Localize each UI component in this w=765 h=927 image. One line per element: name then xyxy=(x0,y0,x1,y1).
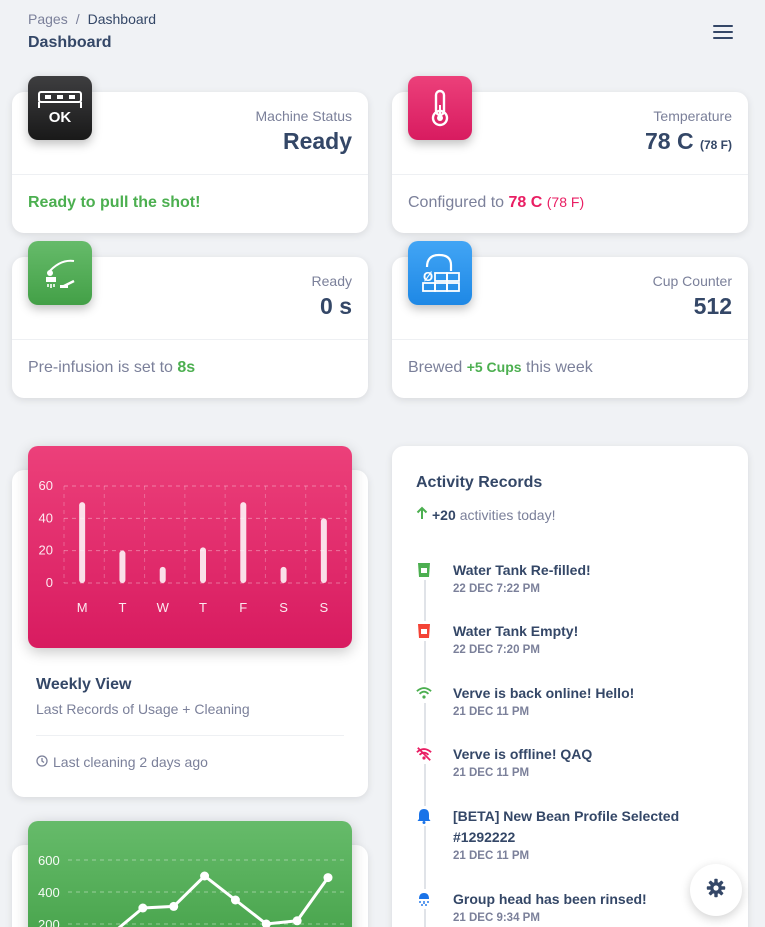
timeline-item-date: 21 DEC 9:34 PM xyxy=(453,912,540,924)
timeline-item-date: 21 DEC 11 PM xyxy=(453,706,530,718)
cups-footer-prefix: Brewed xyxy=(408,359,463,376)
data-point xyxy=(138,903,148,913)
weekly-view-footer: Last cleaning 2 days ago xyxy=(36,754,208,770)
temperature-value-group: 78 C (78 F) xyxy=(645,128,732,155)
x-tick-label: T xyxy=(118,600,126,615)
data-point xyxy=(292,916,302,926)
ready-label: Ready xyxy=(311,273,352,289)
ready-value: 0 s xyxy=(320,293,352,319)
machine-status-label: Machine Status xyxy=(255,108,353,124)
ready-footer-prefix: Pre-infusion is set to xyxy=(28,359,173,376)
activity-summary: +20 activities today! xyxy=(416,506,555,523)
y-tick-label: 600 xyxy=(38,853,60,868)
bell-icon xyxy=(416,806,432,826)
cups-footer-suffix: this week xyxy=(526,359,593,376)
bar xyxy=(119,550,126,583)
timeline-item-title: Water Tank Empty! xyxy=(453,623,579,639)
settings-button[interactable] xyxy=(690,864,742,916)
cup-counter-icon: Ø xyxy=(408,241,472,305)
menu-toggle-icon[interactable] xyxy=(713,25,733,39)
divider xyxy=(12,174,368,175)
group-head-icon xyxy=(28,241,92,305)
bar xyxy=(200,547,206,583)
bar xyxy=(280,566,287,583)
temperature-configured-value: 78 C xyxy=(508,194,543,211)
top-navbar: Pages / Dashboard Dashboard xyxy=(0,0,765,60)
cup-counter-icon-text: Ø xyxy=(423,269,433,284)
x-tick-label: S xyxy=(279,600,288,615)
rinse-icon xyxy=(416,889,432,909)
bar xyxy=(320,518,327,583)
temperature-label: Temperature xyxy=(653,108,732,124)
cup-counter-label: Cup Counter xyxy=(652,273,732,289)
y-tick-label: 20 xyxy=(39,543,53,558)
y-tick-label: 0 xyxy=(46,575,53,590)
data-point xyxy=(323,873,333,883)
divider xyxy=(392,339,748,340)
temperature-value: 78 C xyxy=(645,128,694,154)
data-point xyxy=(230,895,240,905)
bar xyxy=(79,502,86,583)
data-point xyxy=(169,901,179,911)
timeline-item-date: 22 DEC 7:20 PM xyxy=(453,644,540,656)
bar xyxy=(240,502,247,583)
x-tick-label: F xyxy=(239,600,247,615)
clock-icon xyxy=(36,754,48,770)
arrow-up-icon xyxy=(416,506,428,523)
breadcrumb-root[interactable]: Pages xyxy=(28,11,68,27)
weekly-bar-chart: 0 20 40 60 M T W T F S S xyxy=(28,446,352,648)
timeline-item-title: Group head has been rinsed! xyxy=(453,891,647,907)
y-tick-label: 60 xyxy=(39,478,53,493)
activity-summary-text: activities today! xyxy=(459,506,556,523)
page-title: Dashboard xyxy=(28,34,112,51)
breadcrumb-separator: / xyxy=(75,11,80,27)
machine-status-value: Ready xyxy=(282,128,352,154)
y-tick-label: 40 xyxy=(39,510,53,525)
temperature-footer: Configured to 78 C (78 F) xyxy=(408,194,584,212)
x-tick-label: M xyxy=(77,600,88,615)
cup-counter-value: 512 xyxy=(693,293,732,319)
y-tick-label: 400 xyxy=(38,885,60,900)
timeline-item-date: 22 DEC 7:22 PM xyxy=(453,583,540,595)
timeline-item-title: Verve is offline! QAQ xyxy=(453,746,593,762)
weekly-view-title: Weekly View xyxy=(36,676,132,693)
timeline-item-date: 21 DEC 11 PM xyxy=(453,767,530,779)
cup-counter-footer: Brewed +5 Cups this week xyxy=(408,359,593,377)
y-tick-label: 200 xyxy=(38,917,60,927)
weekly-view-subtitle: Last Records of Usage + Cleaning xyxy=(36,701,250,717)
bar xyxy=(159,566,166,583)
breadcrumb: Pages / Dashboard xyxy=(28,11,156,27)
thermometer-icon xyxy=(408,76,472,140)
water-tank-empty-icon xyxy=(416,621,432,641)
x-tick-label: W xyxy=(157,600,170,615)
temperature-footer-prefix: Configured to xyxy=(408,194,505,211)
x-tick-label: T xyxy=(199,600,207,615)
timeline-item-date: 21 DEC 11 PM xyxy=(453,850,530,862)
temperature-configured-f: (78 F) xyxy=(546,194,585,210)
divider xyxy=(392,174,748,175)
wifi-icon xyxy=(416,683,432,703)
machine-ok-icon: OK xyxy=(28,76,92,140)
breadcrumb-current: Dashboard xyxy=(87,11,157,27)
machine-status-footer: Ready to pull the shot! xyxy=(28,194,201,211)
water-tank-full-icon xyxy=(416,560,432,580)
timeline-item-title: [BETA] New Bean Profile Selected #129222… xyxy=(453,808,680,845)
cups-week-value: +5 Cups xyxy=(466,359,522,375)
activity-records-title: Activity Records xyxy=(416,474,543,491)
temperature-value-f: (78 F) xyxy=(699,138,732,152)
ready-footer: Pre-infusion is set to 8s xyxy=(28,359,195,377)
x-tick-label: S xyxy=(320,600,329,615)
gear-icon xyxy=(706,878,726,903)
last-cleaning-text: Last cleaning 2 days ago xyxy=(53,754,208,770)
divider xyxy=(12,339,368,340)
divider xyxy=(36,735,344,736)
machine-ok-icon-text: OK xyxy=(49,109,72,126)
activity-count: +20 xyxy=(432,506,456,523)
line-chart: 200 400 600 xyxy=(28,821,352,927)
preinfusion-value: 8s xyxy=(177,359,196,376)
timeline-item-title: Verve is back online! Hello! xyxy=(453,685,635,701)
timeline-item-title: Water Tank Re-filled! xyxy=(453,562,591,578)
data-point xyxy=(200,871,210,881)
wifi-off-icon xyxy=(416,744,432,764)
